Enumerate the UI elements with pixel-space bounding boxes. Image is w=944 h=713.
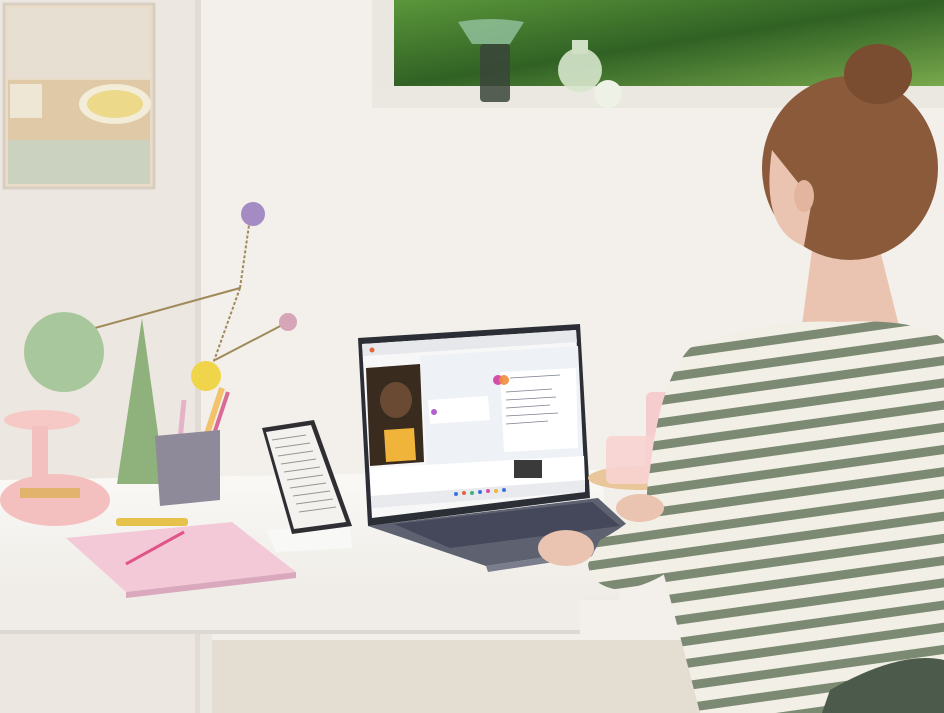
wall-artwork (2, 2, 156, 190)
scene-illustration (0, 0, 944, 713)
photo-scene (0, 0, 944, 713)
